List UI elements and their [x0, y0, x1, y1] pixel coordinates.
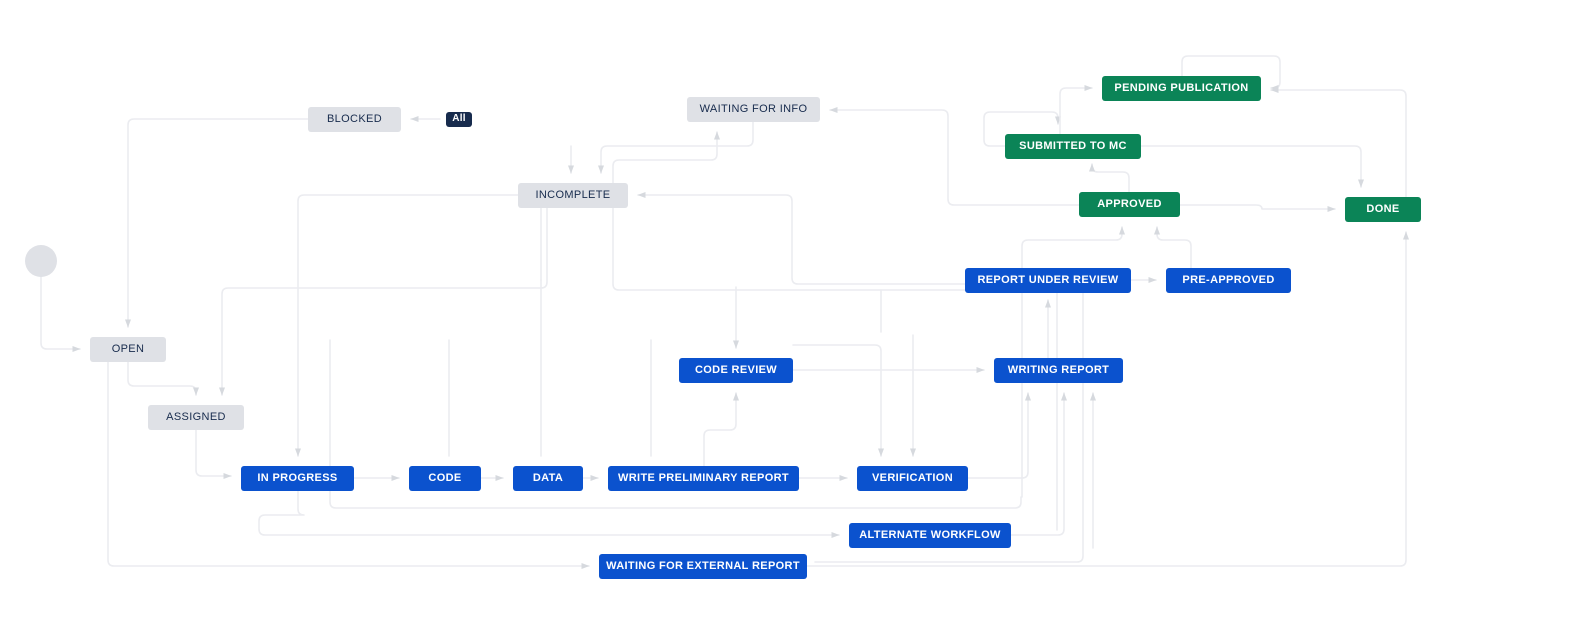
- transition-badge-all[interactable]: All: [446, 112, 472, 127]
- workflow-node-writing-report[interactable]: WRITING REPORT: [994, 358, 1123, 383]
- edge-connector-layer: [40, 55, 1410, 570]
- workflow-node-verification[interactable]: VERIFICATION: [857, 466, 968, 491]
- workflow-node-waiting-for-external-report[interactable]: WAITING FOR EXTERNAL REPORT: [599, 554, 807, 579]
- workflow-node-pre-approved[interactable]: PRE-APPROVED: [1166, 268, 1291, 293]
- workflow-diagram-canvas: All BLOCKED WAITING FOR INFO INCOMPLETE OPE…: [0, 0, 1576, 619]
- workflow-node-blocked[interactable]: BLOCKED: [308, 107, 401, 132]
- workflow-node-data[interactable]: DATA: [513, 466, 583, 491]
- workflow-node-alternate-workflow[interactable]: ALTERNATE WORKFLOW: [849, 523, 1011, 548]
- workflow-node-report-under-review[interactable]: REPORT UNDER REVIEW: [965, 268, 1131, 293]
- workflow-node-pending-publication[interactable]: PENDING PUBLICATION: [1102, 76, 1261, 101]
- workflow-node-assigned[interactable]: ASSIGNED: [148, 405, 244, 430]
- workflow-node-code-review[interactable]: CODE REVIEW: [679, 358, 793, 383]
- workflow-node-code[interactable]: CODE: [409, 466, 481, 491]
- workflow-node-in-progress[interactable]: IN PROGRESS: [241, 466, 354, 491]
- workflow-node-incomplete[interactable]: INCOMPLETE: [518, 183, 628, 208]
- workflow-node-approved[interactable]: APPROVED: [1079, 192, 1180, 217]
- start-marker[interactable]: [25, 245, 57, 277]
- workflow-node-submitted-to-mc[interactable]: SUBMITTED TO MC: [1005, 134, 1141, 159]
- workflow-node-done[interactable]: DONE: [1345, 197, 1421, 222]
- workflow-node-waiting-for-info[interactable]: WAITING FOR INFO: [687, 97, 820, 122]
- workflow-node-open[interactable]: OPEN: [90, 337, 166, 362]
- workflow-node-write-preliminary-report[interactable]: WRITE PRELIMINARY REPORT: [608, 466, 799, 491]
